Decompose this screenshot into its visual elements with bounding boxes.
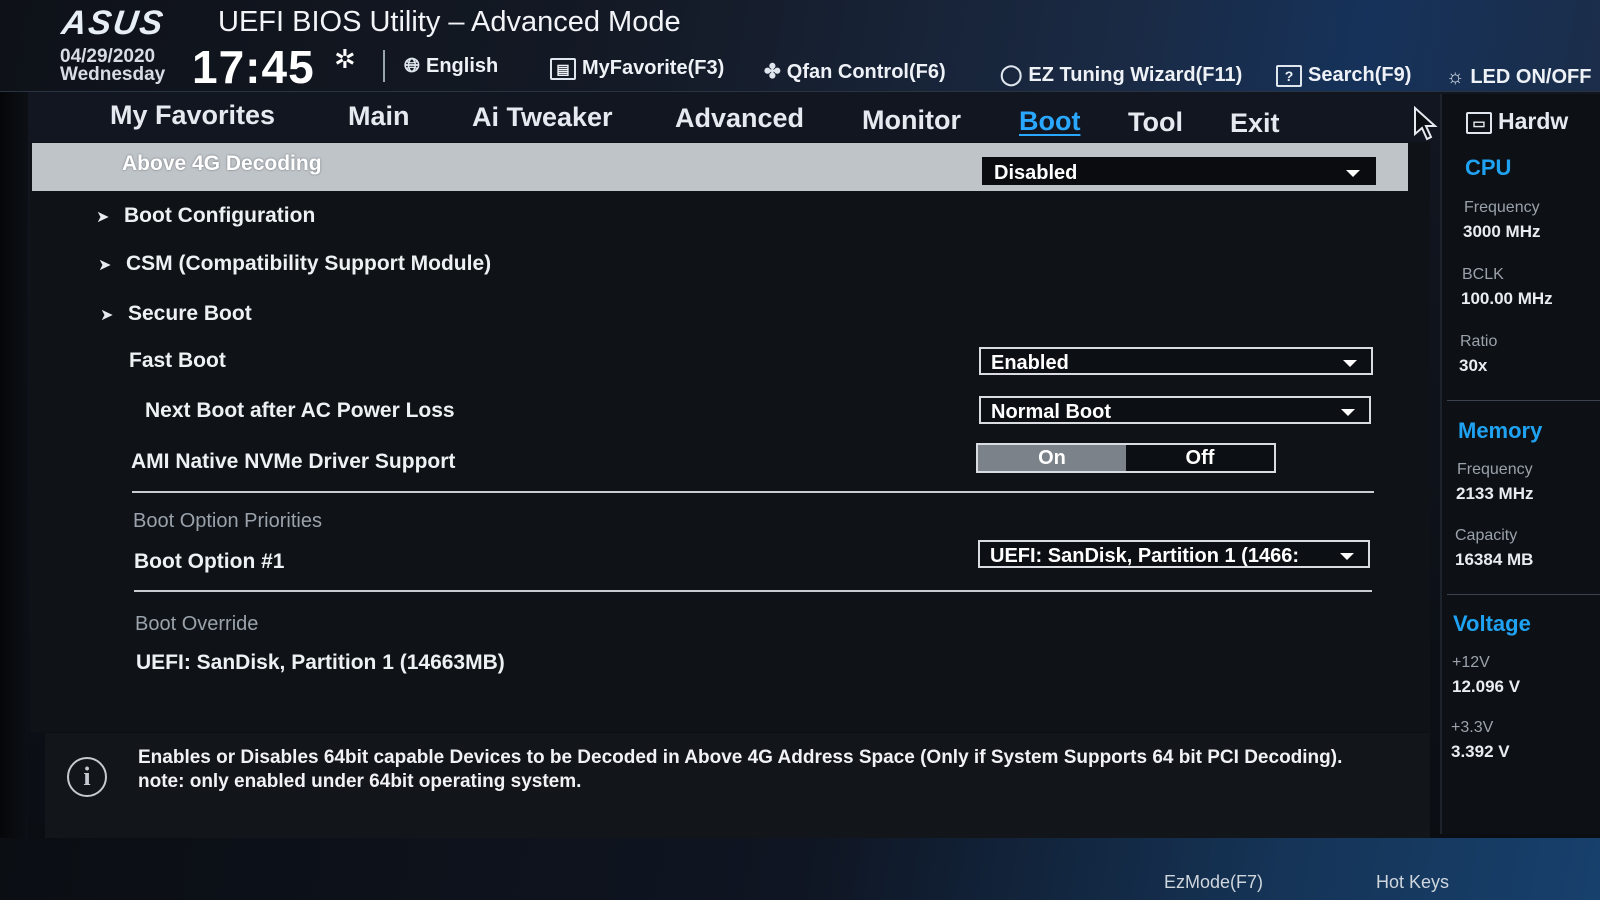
v12-value: 12.096 V	[1452, 677, 1521, 696]
language-label: English	[426, 55, 499, 77]
chevron-down-icon	[1341, 409, 1355, 416]
submenu-arrow-icon: ➤	[98, 257, 112, 274]
sidebar-divider	[1447, 400, 1600, 401]
window-title: UEFI BIOS Utility – Advanced Mode	[218, 6, 681, 38]
screen-bezel	[0, 0, 28, 900]
capacity-label: Capacity	[1455, 527, 1518, 544]
submenu-arrow-icon: ➤	[96, 209, 110, 226]
v33-value: 3.392 V	[1451, 742, 1510, 761]
gear-icon[interactable]: ✲	[334, 44, 356, 75]
led-button[interactable]: ☼ LED ON/OFF	[1446, 66, 1600, 89]
fast-boot-value: Enabled	[991, 352, 1069, 374]
myfavorite-label: MyFavorite(F3)	[582, 57, 725, 79]
tab-tool[interactable]: Tool	[1128, 107, 1183, 138]
ratio-value: 30x	[1459, 356, 1488, 375]
day-text: Wednesday	[60, 64, 166, 85]
bclk-label: BCLK	[1462, 266, 1504, 283]
lightbulb-icon: ◯	[1000, 64, 1023, 86]
nvme-driver-toggle[interactable]: On Off	[976, 443, 1276, 473]
voltage-heading: Voltage	[1453, 611, 1531, 636]
cpu-frequency-label: Frequency	[1464, 199, 1540, 216]
cpu-heading: CPU	[1465, 155, 1512, 180]
tab-ai-tweaker[interactable]: Ai Tweaker	[472, 102, 613, 133]
tab-my-favorites[interactable]: My Favorites	[110, 100, 275, 131]
tab-boot[interactable]: Boot	[1019, 106, 1080, 137]
boot-override-item[interactable]: UEFI: SanDisk, Partition 1 (14663MB)	[136, 651, 505, 675]
cpu-frequency-value: 3000 MHz	[1463, 222, 1541, 241]
info-icon: i	[67, 757, 107, 797]
bottom-bar	[0, 838, 1600, 900]
above-4g-decoding-label[interactable]: Above 4G Decoding	[122, 152, 322, 176]
sidebar-divider	[1447, 594, 1600, 595]
tab-advanced[interactable]: Advanced	[675, 103, 804, 134]
boot-option-1-value: UEFI: SanDisk, Partition 1 (1466:	[990, 545, 1299, 567]
v33-label: +3.3V	[1451, 719, 1494, 736]
toggle-on-option[interactable]: On	[978, 445, 1126, 471]
capacity-value: 16384 MB	[1455, 550, 1534, 569]
chevron-down-icon	[1343, 360, 1357, 367]
v12-label: +12V	[1452, 654, 1490, 671]
fast-boot-select[interactable]: Enabled	[979, 347, 1373, 375]
bclk-value: 100.00 MHz	[1461, 289, 1553, 308]
myfavorite-button[interactable]: ▤ MyFavorite(F3)	[550, 57, 724, 80]
clock-display[interactable]: 17:45	[192, 40, 315, 94]
chevron-down-icon	[1340, 553, 1354, 560]
toggle-off-option[interactable]: Off	[1126, 445, 1274, 471]
qfan-label: Qfan Control(F6)	[786, 61, 946, 83]
fast-boot-label[interactable]: Fast Boot	[129, 349, 226, 373]
next-boot-label[interactable]: Next Boot after AC Power Loss	[145, 399, 455, 423]
above-4g-decoding-value: Disabled	[994, 162, 1078, 184]
hardware-monitor-title: ▭ Hardw	[1466, 108, 1568, 135]
favorite-icon: ▤	[550, 57, 576, 80]
chevron-down-icon	[1346, 170, 1360, 177]
boot-option-priorities-heading: Boot Option Priorities	[133, 510, 322, 532]
ratio-label: Ratio	[1460, 333, 1498, 350]
ez-tuning-label: EZ Tuning Wizard(F11)	[1028, 64, 1243, 86]
help-text: Enables or Disables 64bit capable Device…	[138, 746, 1342, 794]
search-label: Search(F9)	[1308, 64, 1412, 86]
help-line-2: note: only enabled under 64bit operating…	[138, 771, 582, 792]
csm-link[interactable]: CSM (Compatibility Support Module)	[126, 252, 491, 276]
toolbar-separator	[383, 50, 385, 82]
boot-option-1-select[interactable]: UEFI: SanDisk, Partition 1 (1466:	[978, 540, 1370, 568]
memory-frequency-label: Frequency	[1457, 461, 1533, 478]
mouse-cursor-icon	[1414, 106, 1438, 141]
secure-boot-link[interactable]: Secure Boot	[128, 302, 252, 326]
hotkeys-button[interactable]: Hot Keys	[1376, 872, 1449, 893]
led-label: LED ON/OFF	[1470, 66, 1592, 88]
section-divider	[132, 491, 1374, 493]
language-button[interactable]: 🌐︎ English	[404, 55, 498, 78]
boot-configuration-link[interactable]: Boot Configuration	[124, 204, 315, 228]
next-boot-select[interactable]: Normal Boot	[979, 396, 1371, 424]
monitor-icon: ▭	[1466, 111, 1492, 134]
above-4g-decoding-select[interactable]: Disabled	[982, 157, 1376, 185]
boot-option-1-label[interactable]: Boot Option #1	[134, 550, 285, 574]
hardware-monitor-title-text: Hardw	[1498, 108, 1569, 134]
globe-icon: 🌐︎	[404, 55, 420, 77]
boot-override-heading: Boot Override	[135, 613, 259, 635]
fan-icon: ✤	[764, 61, 781, 83]
search-button[interactable]: ? Search(F9)	[1276, 64, 1411, 87]
led-icon: ☼	[1446, 66, 1465, 88]
help-line-1: Enables or Disables 64bit capable Device…	[138, 747, 1343, 768]
memory-frequency-value: 2133 MHz	[1456, 484, 1534, 503]
section-divider	[134, 590, 1372, 592]
next-boot-value: Normal Boot	[991, 401, 1111, 423]
nvme-driver-label[interactable]: AMI Native NVMe Driver Support	[131, 450, 455, 474]
date-display: 04/29/2020 Wednesday	[60, 47, 166, 85]
help-search-icon: ?	[1276, 64, 1302, 87]
ezmode-button[interactable]: EzMode(F7)	[1164, 872, 1263, 893]
tab-exit[interactable]: Exit	[1230, 108, 1280, 139]
asus-logo: ASUS	[59, 4, 168, 42]
tab-main[interactable]: Main	[348, 101, 410, 132]
ez-tuning-button[interactable]: ◯ EZ Tuning Wizard(F11)	[1000, 62, 1242, 87]
submenu-arrow-icon: ➤	[100, 307, 114, 324]
tab-monitor[interactable]: Monitor	[862, 105, 961, 136]
settings-panel	[30, 142, 1430, 732]
qfan-button[interactable]: ✤ Qfan Control(F6)	[764, 59, 946, 84]
memory-heading: Memory	[1458, 418, 1543, 443]
